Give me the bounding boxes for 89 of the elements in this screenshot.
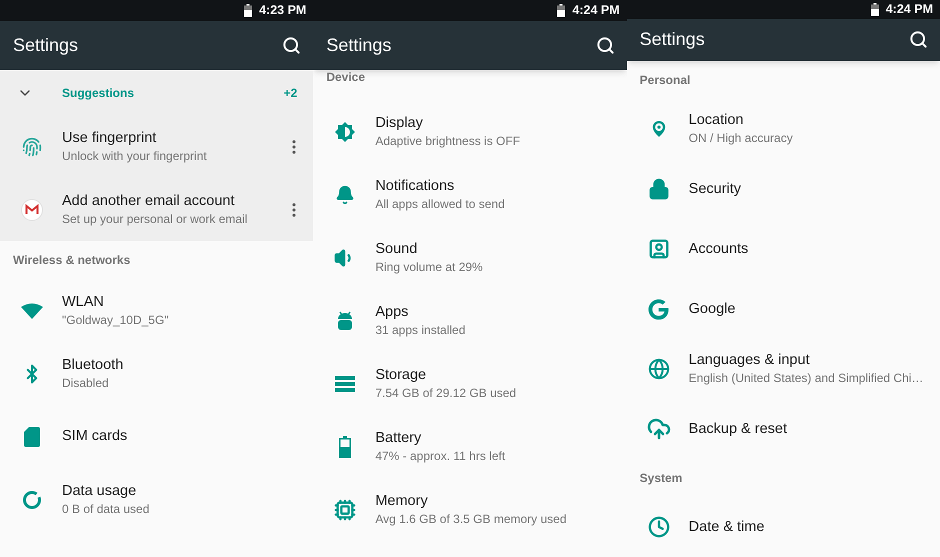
item-title: Sound — [375, 240, 418, 258]
suggestions-label: Suggestions — [62, 84, 136, 102]
item-title: Backup & reset — [688, 420, 788, 438]
item-subtitle: 47% - approx. 11 hrs left — [375, 448, 506, 464]
item-title: Location — [688, 111, 744, 130]
settings-item[interactable]: Accounts — [626, 219, 940, 279]
settings-item[interactable]: Apps 31 apps installed — [313, 289, 627, 352]
brightness-icon — [334, 120, 356, 142]
android-icon — [336, 310, 354, 332]
item-title: Google — [688, 300, 736, 318]
settings-item[interactable]: SIM cards — [0, 405, 314, 468]
battery-icon — [339, 436, 352, 458]
settings-item[interactable]: Sound Ring volume at 29% — [313, 226, 627, 289]
settings-item[interactable]: Data usage 0 B of data used — [0, 468, 314, 531]
item-title: Display — [375, 114, 424, 132]
clock-icon — [648, 516, 670, 538]
settings-item[interactable]: Location ON / High accuracy — [626, 99, 940, 159]
search-icon[interactable] — [596, 36, 615, 55]
chip-icon — [334, 498, 356, 520]
search-icon[interactable] — [282, 36, 302, 55]
settings-item[interactable]: Add another email account Set up your personal or work email — [0, 178, 314, 241]
globe-icon — [648, 358, 670, 380]
bell-icon — [335, 184, 356, 204]
person-card-icon — [648, 238, 670, 260]
toolbar-title: Settings — [326, 34, 392, 57]
settings-item[interactable]: Languages & input English (United States) and Simplified Chi… — [626, 339, 940, 399]
item-title: Battery — [375, 428, 422, 448]
section-header: Wireless & networks — [13, 253, 130, 267]
section-header: Device — [326, 70, 366, 84]
settings-item[interactable]: Memory Avg 1.6 GB of 3.5 GB memory used — [313, 478, 627, 541]
item-title: Apps — [375, 302, 410, 322]
settings-item[interactable]: Security — [626, 159, 940, 219]
item-subtitle: Set up your personal or work email — [62, 210, 248, 228]
toolbar-title: Settings — [640, 28, 705, 52]
fingerprint-icon — [22, 136, 42, 156]
item-title: Data usage — [62, 482, 138, 500]
item-subtitle: Avg 1.6 GB of 3.5 GB memory used — [375, 510, 568, 528]
data-usage-icon — [22, 490, 42, 510]
battery-status-icon — [244, 4, 252, 17]
google-icon — [648, 298, 670, 320]
section-header: Personal — [640, 73, 690, 87]
item-subtitle: English (United States) and Simplified Chi… — [688, 370, 924, 387]
item-title: Accounts — [688, 240, 750, 258]
item-title: Languages & input — [688, 351, 811, 370]
settings-item[interactable]: Battery 47% - approx. 11 hrs left — [313, 415, 627, 478]
settings-item[interactable]: Display Adaptive brightness is OFF — [313, 100, 627, 163]
item-subtitle: 31 apps installed — [375, 322, 466, 338]
settings-item[interactable]: Date & time — [626, 497, 940, 557]
settings-item[interactable]: Storage 7.54 GB of 29.12 GB used — [313, 352, 627, 415]
item-subtitle: All apps allowed to send — [375, 196, 506, 212]
settings-item[interactable]: Backup & reset — [626, 399, 940, 459]
item-title: Notifications — [375, 176, 456, 196]
item-subtitle: Unlock with your fingerprint — [62, 148, 208, 164]
item-title: Date & time — [688, 518, 766, 536]
item-subtitle: ON / High accuracy — [688, 130, 794, 147]
storage-icon — [335, 376, 356, 392]
toolbar-title: Settings — [13, 34, 78, 57]
item-title: Storage — [375, 366, 428, 384]
section-header: System — [640, 471, 682, 485]
suggestions-count: +2 — [284, 84, 298, 102]
item-title: Bluetooth — [62, 356, 124, 374]
status-time: 4:23 PM — [259, 2, 306, 20]
item-title: Use fingerprint — [62, 128, 158, 148]
status-time: 4:24 PM — [572, 2, 620, 20]
settings-item[interactable]: Use fingerprint Unlock with your fingerprint — [0, 115, 314, 178]
settings-item[interactable]: Notifications All apps allowed to send — [313, 163, 627, 226]
status-time: 4:24 PM — [886, 1, 933, 18]
item-subtitle: Ring volume at 29% — [375, 258, 484, 276]
battery-status-icon — [557, 4, 566, 17]
settings-item[interactable]: Bluetooth Disabled — [0, 342, 314, 405]
settings-item[interactable]: Google — [626, 279, 940, 339]
item-subtitle: Adaptive brightness is OFF — [375, 132, 522, 150]
battery-status-icon — [870, 2, 879, 16]
cloud-upload-icon — [646, 417, 671, 441]
item-subtitle: 7.54 GB of 29.12 GB used — [375, 384, 518, 402]
search-icon[interactable] — [908, 30, 928, 50]
item-title: WLAN — [62, 292, 105, 312]
settings-item[interactable]: WLAN "Goldway_10D_5G" — [0, 279, 314, 342]
item-subtitle: Disabled — [62, 374, 110, 392]
item-title: Security — [688, 180, 742, 198]
item-title: Add another email account — [62, 192, 236, 210]
item-title: SIM cards — [62, 427, 128, 446]
item-title: Memory — [375, 492, 429, 510]
wifi-icon — [21, 302, 43, 318]
item-subtitle: "Goldway_10D_5G" — [62, 312, 170, 328]
mail-icon — [21, 198, 43, 220]
lock-icon — [648, 178, 670, 200]
sim-card-icon — [24, 426, 40, 446]
item-subtitle: 0 B of data used — [62, 500, 150, 518]
